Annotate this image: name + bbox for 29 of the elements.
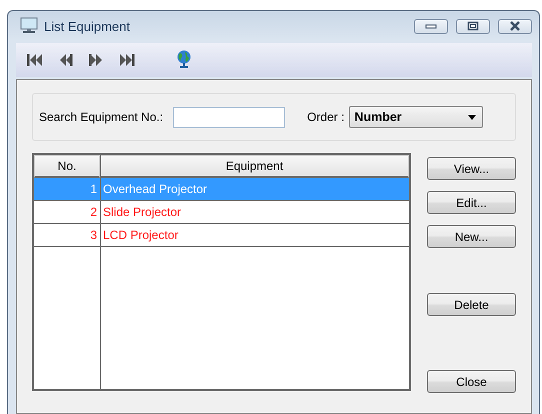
table-cell[interactable]: Slide Projector xyxy=(100,201,409,224)
minimize-icon xyxy=(425,23,437,29)
table-cell[interactable]: 2 xyxy=(34,201,100,224)
maximize-icon xyxy=(467,21,479,31)
close-button[interactable] xyxy=(498,18,532,34)
close-icon xyxy=(509,21,521,31)
action-button[interactable]: Edit... xyxy=(427,191,516,214)
action-button[interactable]: Delete xyxy=(427,293,516,316)
maximize-button[interactable] xyxy=(456,18,490,34)
previous-record-icon[interactable] xyxy=(58,53,74,67)
order-dropdown[interactable]: Number xyxy=(349,106,484,128)
action-button[interactable]: New... xyxy=(427,225,516,248)
globe-icon[interactable] xyxy=(176,50,192,70)
search-label: Search Equipment No.: xyxy=(39,110,164,124)
minimize-button[interactable] xyxy=(414,18,448,34)
column-header[interactable]: No. xyxy=(34,155,100,178)
action-button[interactable]: Close xyxy=(427,370,516,393)
order-label: Order : xyxy=(307,110,344,124)
action-button[interactable]: View... xyxy=(427,157,516,180)
last-record-icon[interactable] xyxy=(118,53,136,67)
search-field[interactable] xyxy=(173,106,286,128)
first-record-icon[interactable] xyxy=(26,53,44,67)
table-cell[interactable]: LCD Projector xyxy=(100,224,409,247)
window-title: List Equipment xyxy=(44,18,131,34)
computer-icon xyxy=(20,17,38,35)
caret-icon xyxy=(468,114,476,120)
next-record-icon[interactable] xyxy=(88,53,104,67)
table-cell[interactable]: 3 xyxy=(34,224,100,247)
column-header[interactable]: Equipment xyxy=(100,155,409,178)
